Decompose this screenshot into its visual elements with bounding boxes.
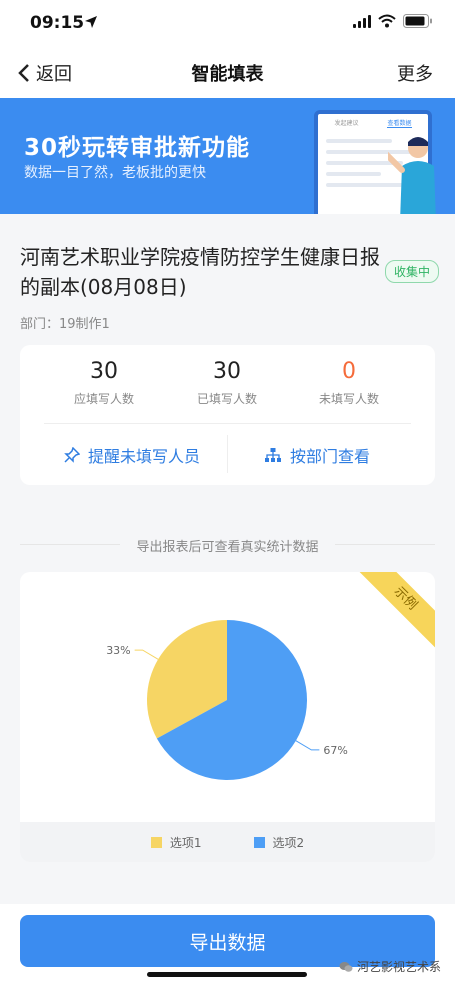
banner-subtitle: 数据一目了然，老板批的更快 [24, 165, 206, 181]
banner-title: 30秒玩转审批新功能 [24, 135, 251, 161]
by-dept-label: 按部门查看 [290, 447, 371, 466]
remind-unfilled-button[interactable]: 提醒未填写人员 [64, 443, 200, 467]
battery-icon [403, 14, 432, 28]
page-title: 智能填表 [191, 64, 264, 85]
nav-bar: 返回 智能填表 更多 [0, 48, 455, 98]
remind-label: 提醒未填写人员 [88, 447, 201, 466]
watermark-text: 河艺影视艺术系 [356, 960, 441, 974]
form-title: 河南艺术职业学院疫情防控学生健康日报的副本(08月08日) [20, 245, 380, 299]
legend-label: 选项2 [272, 835, 305, 850]
stat-value: 30 [213, 359, 241, 384]
legend-swatch [150, 836, 162, 848]
slice-label: 33% [106, 644, 130, 657]
slice-leader-line [295, 740, 320, 751]
sample-chart-card: 示例 33% 67% 选项1 选项2 [20, 572, 435, 862]
divider [44, 423, 411, 424]
stat-unfilled[interactable]: 0 未填写人数 [289, 359, 409, 407]
wifi-icon [378, 14, 396, 28]
stats-card: 30 应填写人数 30 已填写人数 0 未填写人数 提醒未填写人员 按部门查看 [20, 345, 435, 485]
mock-tab-active: 查看数据 [387, 120, 412, 128]
view-by-department-button[interactable]: 按部门查看 [264, 443, 370, 467]
export-hint: 导出报表后可查看真实统计数据 [136, 540, 319, 555]
pin-icon [64, 447, 80, 463]
status-badge: 收集中 [385, 260, 440, 283]
stat-value: 30 [90, 359, 118, 384]
main-content: 河南艺术职业学院疫情防控学生健康日报的副本(08月08日) 收集中 部门：19制… [0, 214, 455, 904]
org-chart-icon [265, 448, 281, 462]
more-button[interactable]: 更多 [397, 60, 433, 86]
stat-filled: 30 已填写人数 [167, 359, 287, 407]
person-illustration-icon [388, 137, 436, 214]
promo-banner[interactable]: 30秒玩转审批新功能 数据一目了然，老板批的更快 发起建议 查看数据 [0, 98, 455, 214]
bottom-bar: 导出数据 河艺影视艺术系 [0, 904, 455, 985]
status-indicators [353, 14, 433, 28]
signal-icon [353, 14, 371, 28]
legend-label: 选项1 [169, 835, 202, 850]
watermark: 河艺影视艺术系 [339, 958, 441, 975]
stat-label: 已填写人数 [196, 392, 257, 406]
legend-item: 选项1 [150, 834, 202, 851]
divider [227, 435, 228, 473]
location-arrow-icon [85, 16, 97, 28]
wechat-icon [339, 961, 353, 972]
divider [335, 544, 435, 545]
slice-label: 67% [323, 744, 347, 757]
stat-label: 未填写人数 [318, 392, 379, 406]
pie-chart: 33% 67% [106, 620, 348, 780]
stat-value: 0 [342, 359, 356, 384]
stat-should-fill: 30 应填写人数 [44, 359, 164, 407]
mock-tab: 发起建议 [334, 120, 359, 127]
home-indicator [147, 972, 307, 977]
legend-item: 选项2 [253, 834, 305, 851]
slice-leader-line [134, 649, 159, 660]
status-time: 09:15 [30, 13, 85, 33]
legend-swatch [253, 836, 265, 848]
chart-legend: 选项1 选项2 [20, 822, 435, 862]
department-label: 部门：19制作1 [20, 317, 110, 332]
stat-label: 应填写人数 [73, 392, 134, 406]
status-bar: 09:15 [0, 0, 455, 48]
